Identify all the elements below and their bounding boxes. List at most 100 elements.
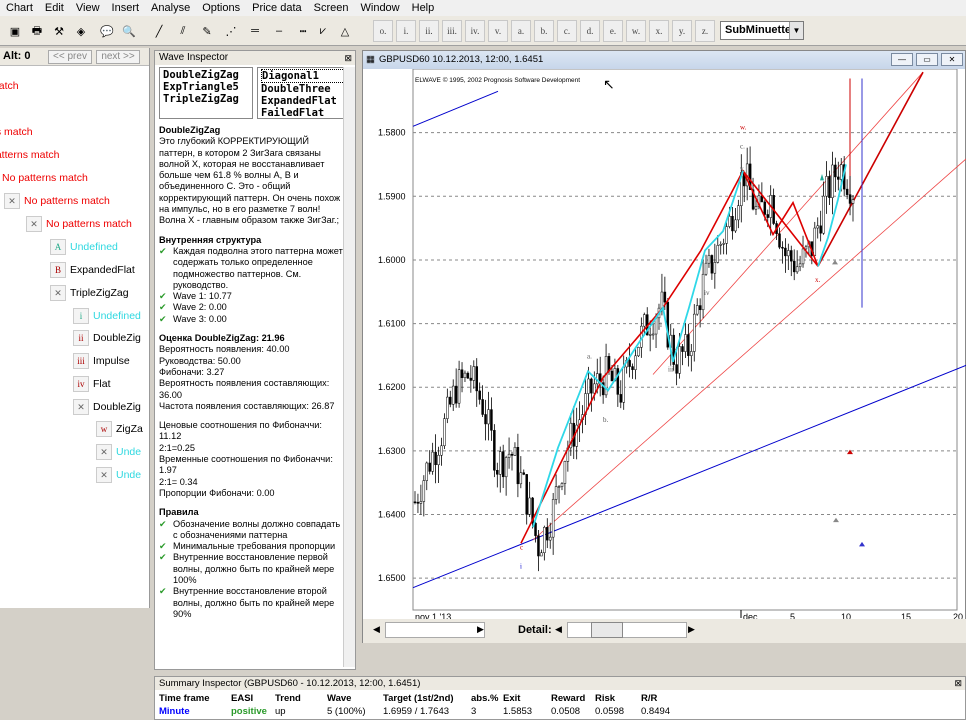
menu-insert[interactable]: Insert: [112, 2, 140, 14]
candle-body: [466, 372, 470, 379]
scroll-right-icon[interactable]: ▶: [477, 624, 484, 635]
candle-body: [478, 390, 481, 400]
detail-thumb[interactable]: [591, 622, 623, 638]
tree-item[interactable]: Undefined: [93, 310, 141, 322]
pattern-list-item[interactable]: TripleZigZag: [163, 93, 249, 105]
pattern-list-item[interactable]: Diagonal1: [261, 69, 347, 83]
menu-chart[interactable]: Chart: [6, 2, 33, 14]
menu-edit[interactable]: Edit: [45, 2, 64, 14]
wave-label: a.: [587, 353, 592, 361]
scroll-track[interactable]: [385, 622, 485, 638]
candle-body: [537, 535, 540, 557]
tree-item[interactable]: ExpandedFlat: [70, 264, 135, 276]
pattern-list-item[interactable]: DoubleThree: [261, 83, 347, 95]
wave-label: iv: [704, 289, 710, 297]
channel-tool-icon[interactable]: ⫽: [172, 20, 194, 42]
wave-button-v[interactable]: v.: [488, 20, 508, 42]
tree-item[interactable]: Flat: [93, 378, 111, 390]
close-window-button[interactable]: ✕: [941, 53, 963, 66]
line-tool-icon[interactable]: ╱: [148, 20, 170, 42]
maximize-button[interactable]: ▭: [916, 53, 938, 66]
wave-button-o[interactable]: o.: [373, 20, 393, 42]
summary-close-icon[interactable]: ⊠: [954, 678, 962, 689]
prev-button[interactable]: << prev: [48, 50, 92, 64]
tree-item[interactable]: Impulse: [93, 355, 130, 367]
wave-button-b[interactable]: b.: [534, 20, 554, 42]
print-icon[interactable]: 🖶: [26, 20, 48, 42]
detail-left-icon[interactable]: ◀: [555, 624, 562, 635]
wave-button-x[interactable]: x.: [649, 20, 669, 42]
wave-button-iii[interactable]: iii.: [442, 20, 462, 42]
inspector-scrollbar[interactable]: [343, 67, 355, 667]
tree-item[interactable]: patterns match: [0, 149, 59, 161]
pattern-list-right[interactable]: Diagonal1 DoubleThree ExpandedFlat FailedFl…: [257, 67, 351, 119]
tree-item[interactable]: No patterns match: [24, 195, 110, 207]
menu-price-data[interactable]: Price data: [252, 2, 302, 14]
tree-item[interactable]: TripleZigZag: [70, 287, 129, 299]
timeframe-select[interactable]: SubMinuette ▼: [720, 21, 804, 40]
zoom-icon[interactable]: 🔍: [118, 20, 140, 42]
detail-slider[interactable]: [567, 622, 687, 638]
alt-label: Alt: 0: [3, 50, 31, 62]
summary-header: Time frame: [159, 693, 210, 704]
triangle-tool-icon[interactable]: △: [334, 20, 356, 42]
tree-item[interactable]: DoubleZig: [93, 401, 141, 413]
dash-tool-icon[interactable]: ┅: [292, 20, 314, 42]
menu-help[interactable]: Help: [412, 2, 435, 14]
scroll-left-icon[interactable]: ◀: [373, 624, 380, 635]
check-text: Внутренние восстановление второй волны, …: [173, 586, 335, 619]
tree-item[interactable]: No patterns match: [2, 172, 88, 184]
candle-body: [513, 447, 517, 456]
tree-node-icon: i: [73, 308, 89, 324]
wave-button-w[interactable]: w.: [626, 20, 646, 42]
hline-tool-icon[interactable]: ═: [244, 20, 266, 42]
tree-item[interactable]: Unde: [116, 446, 141, 458]
pattern-list-item[interactable]: DoubleZigZag: [163, 69, 249, 81]
tree-item[interactable]: Unde: [116, 469, 141, 481]
candle-body: [834, 164, 837, 178]
pattern-list-left[interactable]: DoubleZigZag ExpTriangle5 TripleZigZag: [159, 67, 253, 119]
wave-button-d[interactable]: d.: [580, 20, 600, 42]
candle-body: [695, 305, 699, 315]
tools-icon[interactable]: ⚒: [48, 20, 70, 42]
wave-button-z[interactable]: z.: [695, 20, 715, 42]
wave-button-c[interactable]: c.: [557, 20, 577, 42]
menu-options[interactable]: Options: [202, 2, 240, 14]
detail-right-icon[interactable]: ▶: [688, 624, 695, 635]
menu-screen[interactable]: Screen: [314, 2, 349, 14]
candle-body: [498, 451, 502, 475]
tree-item[interactable]: ZigZa: [116, 423, 143, 435]
pen-tool-icon[interactable]: ✎: [196, 20, 218, 42]
tree-item[interactable]: es match: [0, 126, 33, 138]
wave-button-a[interactable]: a.: [511, 20, 531, 42]
fan-tool-icon[interactable]: ⋰: [220, 20, 242, 42]
next-button[interactable]: next >>: [96, 50, 140, 64]
pattern-list-item[interactable]: FailedFlat: [261, 107, 347, 119]
analysis-icon[interactable]: ◈: [70, 20, 92, 42]
menu-window[interactable]: Window: [361, 2, 400, 14]
tree-item[interactable]: DoubleZig: [93, 332, 141, 344]
wave-button-e[interactable]: e.: [603, 20, 623, 42]
menu-view[interactable]: View: [76, 2, 100, 14]
wave-button-iv[interactable]: iv.: [465, 20, 485, 42]
wave-button-y[interactable]: y.: [672, 20, 692, 42]
tree-item[interactable]: No patterns match: [46, 218, 132, 230]
dropdown-arrow-icon[interactable]: ▼: [789, 22, 803, 39]
copyright-text: ELWAVE © 1995, 2002 Prognosis Software D…: [415, 76, 580, 84]
vwave-tool-icon[interactable]: ⩗: [312, 20, 334, 42]
menu-analyse[interactable]: Analyse: [151, 2, 190, 14]
tree-item[interactable]: Undefined: [70, 241, 118, 253]
price-chart[interactable]: 1.6500 1.6400 1.6300 1.6200 1.6100 1.6000 1.59…: [363, 69, 966, 619]
close-icon[interactable]: ⊠: [344, 53, 352, 64]
pattern-list-item[interactable]: ExpandedFlat: [261, 95, 347, 107]
segment-tool-icon[interactable]: –: [268, 20, 290, 42]
new-chart-icon[interactable]: ▣: [4, 20, 26, 42]
tree-item[interactable]: match: [0, 80, 19, 92]
summary-header: R/R: [641, 693, 658, 704]
comment-icon[interactable]: 💬: [96, 20, 118, 42]
wave-button-ii[interactable]: ii.: [419, 20, 439, 42]
wave-button-i[interactable]: i.: [396, 20, 416, 42]
minimize-button[interactable]: —: [891, 53, 913, 66]
pattern-list-item[interactable]: ExpTriangle5: [163, 81, 249, 93]
chart-title: GBPUSD60 10.12.2013, 12:00, 1.6451: [379, 54, 544, 65]
